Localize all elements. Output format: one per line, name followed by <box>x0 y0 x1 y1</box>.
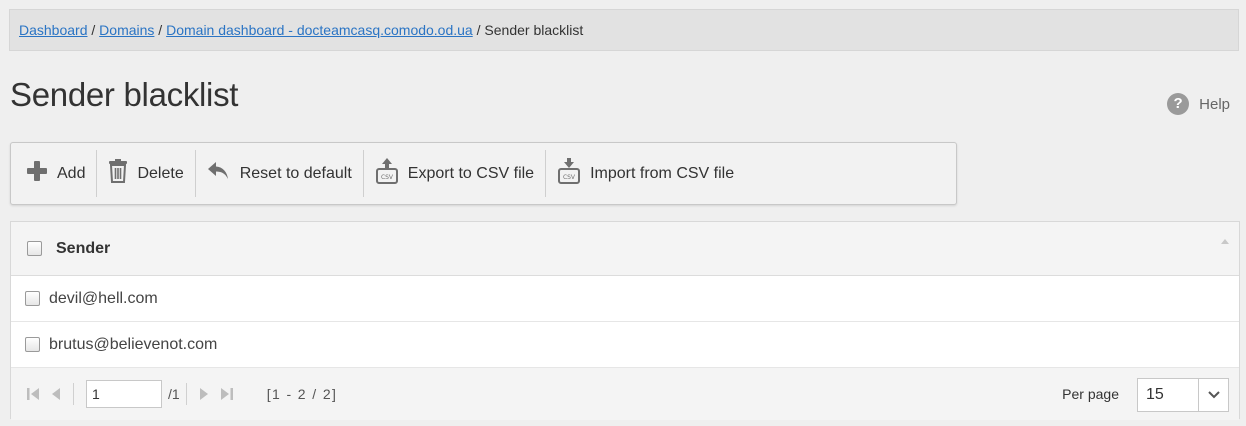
plus-icon <box>26 160 57 187</box>
page-title: Sender blacklist <box>10 76 239 113</box>
import-csv-button[interactable]: CSV Import from CSV file <box>546 150 745 197</box>
question-circle-icon: ? <box>1167 93 1190 115</box>
reset-to-default-button-label: Reset to default <box>239 164 352 182</box>
table-row[interactable]: brutus@believenot.com <box>11 322 1239 368</box>
csv-import-icon: CSV <box>557 158 590 189</box>
breadcrumb-current: Sender blacklist <box>484 22 584 38</box>
export-csv-button-label: Export to CSV file <box>407 164 535 182</box>
page-number-input[interactable] <box>86 380 162 408</box>
breadcrumb-link-domains[interactable]: Domains <box>99 22 154 38</box>
pager-divider <box>185 383 187 405</box>
add-button-label: Add <box>57 164 86 182</box>
import-csv-button-label: Import from CSV file <box>590 164 735 182</box>
svg-text:CSV: CSV <box>381 174 394 181</box>
trash-icon <box>108 159 137 188</box>
per-page-select[interactable]: 15 <box>1137 378 1229 412</box>
help-label: Help <box>1199 95 1230 113</box>
previous-page-icon[interactable] <box>45 383 67 405</box>
row-checkbox[interactable] <box>25 291 40 306</box>
breadcrumb-link-dashboard[interactable]: Dashboard <box>19 22 88 38</box>
delete-button-label: Delete <box>137 164 184 182</box>
select-all-checkbox[interactable] <box>27 241 42 256</box>
add-button[interactable]: Add <box>15 150 98 197</box>
delete-button[interactable]: Delete <box>97 150 196 197</box>
chevron-down-icon[interactable] <box>1198 379 1228 411</box>
breadcrumb-separator: / <box>154 22 167 38</box>
column-header-sender[interactable]: Sender <box>56 240 110 258</box>
row-checkbox[interactable] <box>25 337 40 352</box>
last-page-icon[interactable] <box>215 383 237 405</box>
pager: /1 [1 - 2 / 2] Per page 15 <box>11 368 1239 420</box>
grid-header: Sender <box>11 222 1239 276</box>
first-page-icon[interactable] <box>23 383 45 405</box>
sender-grid: Sender devil@hell.com brutus@believenot.… <box>10 221 1240 420</box>
breadcrumb-separator: / <box>87 22 100 38</box>
per-page-label: Per page <box>1062 386 1119 402</box>
export-csv-button[interactable]: CSV Export to CSV file <box>364 150 547 197</box>
per-page-value: 15 <box>1146 386 1164 403</box>
breadcrumb: Dashboard / Domains / Domain dashboard -… <box>9 9 1239 51</box>
breadcrumb-separator: / <box>472 22 485 38</box>
pager-divider <box>73 383 74 405</box>
svg-text:CSV: CSV <box>563 174 576 181</box>
help-link[interactable]: ? Help <box>1167 93 1230 115</box>
page-total: /1 <box>168 386 180 402</box>
breadcrumb-link-domain-dashboard[interactable]: Domain dashboard - docteamcasq.comodo.od… <box>166 22 473 38</box>
sender-cell: brutus@believenot.com <box>49 335 218 353</box>
sort-caret-icon[interactable] <box>1221 239 1229 244</box>
sender-cell: devil@hell.com <box>49 289 158 307</box>
undo-arrow-icon <box>207 161 240 186</box>
csv-export-icon: CSV <box>375 158 408 189</box>
reset-to-default-button[interactable]: Reset to default <box>196 150 364 197</box>
toolbar: Add Delete Reset to default CSV Export t… <box>10 142 957 205</box>
record-range: [1 - 2 / 2] <box>266 386 338 402</box>
next-page-icon[interactable] <box>193 383 215 405</box>
table-row[interactable]: devil@hell.com <box>11 276 1239 322</box>
